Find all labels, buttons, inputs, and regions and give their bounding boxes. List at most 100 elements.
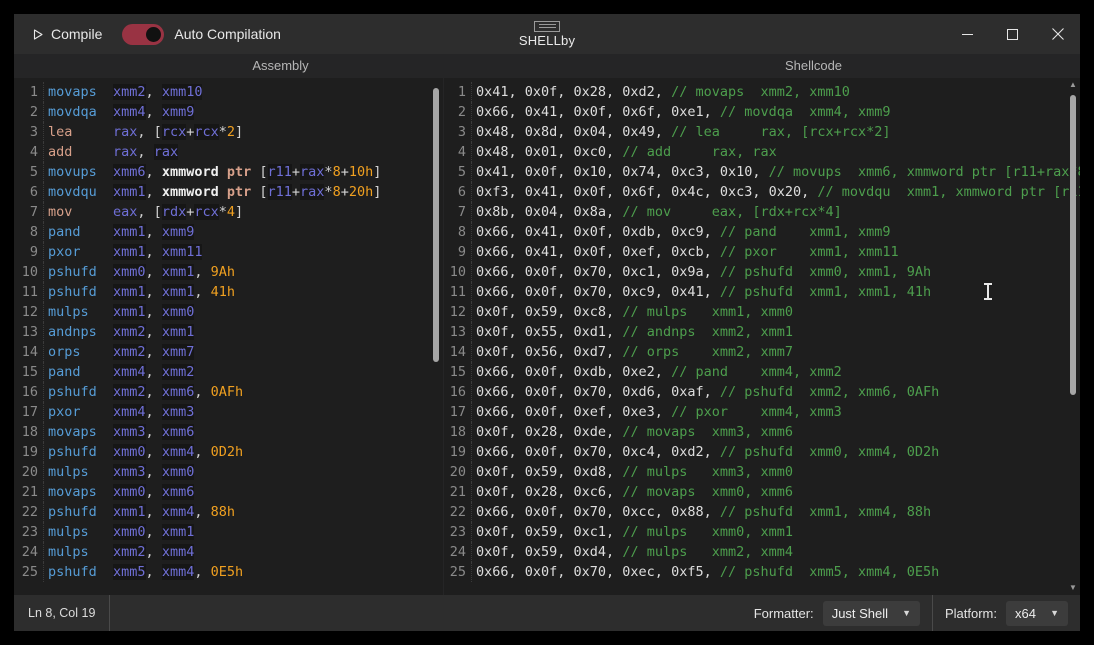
shellcode-line-number: 9 (444, 242, 472, 262)
shellcode-line[interactable]: 1 0x41, 0x0f, 0x28, 0xd2, // movaps xmm2,… (444, 82, 1080, 102)
shellcode-line[interactable]: 19 0x66, 0x0f, 0x70, 0xc4, 0xd2, // pshuf… (444, 442, 1080, 462)
assembly-line[interactable]: 21 movaps xmm0, xmm6 (14, 482, 443, 502)
shellcode-line-text: 0x41, 0x0f, 0x28, 0xd2, // movaps xmm2, … (472, 82, 1080, 102)
assembly-line[interactable]: 16 pshufd xmm2, xmm6, 0AFh (14, 382, 443, 402)
assembly-scrollbar-thumb[interactable] (433, 88, 439, 362)
shellcode-line-text: 0x66, 0x0f, 0x70, 0xec, 0xf5, // pshufd … (472, 562, 1080, 582)
close-button[interactable] (1035, 14, 1080, 54)
shellcode-line[interactable]: 14 0x0f, 0x56, 0xd7, // orps xmm2, xmm7 (444, 342, 1080, 362)
assembly-line-text: movdqu xmm1, xmmword ptr [r11+rax*8+20h] (48, 184, 382, 200)
assembly-line[interactable]: 2 movdqa xmm4, xmm9 (14, 102, 443, 122)
shellcode-comment: // movups xmm6, xmmword ptr [r11+rax*8+1… (768, 164, 1080, 180)
assembly-line[interactable]: 12 mulps xmm1, xmm0 (14, 302, 443, 322)
scroll-up-arrow-icon[interactable]: ▲ (1066, 78, 1080, 92)
shellcode-line[interactable]: 4 0x48, 0x01, 0xc0, // add rax, rax (444, 142, 1080, 162)
shellcode-line[interactable]: 5 0x41, 0x0f, 0x10, 0x74, 0xc3, 0x10, // … (444, 162, 1080, 182)
formatter-group: Formatter: Just Shell ▼ (742, 595, 932, 631)
shellcode-line[interactable]: 12 0x0f, 0x59, 0xc8, // mulps xmm1, xmm0 (444, 302, 1080, 322)
shellcode-line[interactable]: 21 0x0f, 0x28, 0xc6, // movaps xmm0, xmm6 (444, 482, 1080, 502)
shellcode-line-number: 1 (444, 82, 472, 102)
auto-compilation-control: Auto Compilation (122, 23, 281, 45)
assembly-line-number: 19 (14, 442, 44, 462)
shellcode-bytes: 0x66, 0x41, 0x0f, 0x6f, 0xe1, (476, 104, 720, 120)
assembly-line[interactable]: 3 lea rax, [rcx+rcx*2] (14, 122, 443, 142)
shellcode-line[interactable]: 15 0x66, 0x0f, 0xdb, 0xe2, // pand xmm4, … (444, 362, 1080, 382)
shellcode-line-text: 0x0f, 0x59, 0xd8, // mulps xmm3, xmm0 (472, 462, 1080, 482)
compile-button[interactable]: Compile (25, 22, 108, 46)
assembly-code-area[interactable]: 1 movaps xmm2, xmm10 2 movdqa xmm4, xmm9 3 le… (14, 78, 443, 595)
shellcode-comment: // pshufd xmm0, xmm4, 0D2h (719, 444, 940, 460)
assembly-line[interactable]: 20 mulps xmm3, xmm0 (14, 462, 443, 482)
shellcode-comment: // orps xmm2, xmm7 (622, 344, 793, 360)
assembly-line[interactable]: 24 mulps xmm2, xmm4 (14, 542, 443, 562)
toggle-knob (146, 26, 162, 42)
shellcode-line[interactable]: 17 0x66, 0x0f, 0xef, 0xe3, // pxor xmm4, … (444, 402, 1080, 422)
shellcode-line[interactable]: 22 0x66, 0x0f, 0x70, 0xcc, 0x88, // pshuf… (444, 502, 1080, 522)
scroll-down-arrow-icon[interactable]: ▼ (1066, 581, 1080, 595)
assembly-line[interactable]: 14 orps xmm2, xmm7 (14, 342, 443, 362)
assembly-line-number: 1 (14, 82, 44, 102)
shellcode-line[interactable]: 13 0x0f, 0x55, 0xd1, // andnps xmm2, xmm1 (444, 322, 1080, 342)
assembly-line[interactable]: 17 pxor xmm4, xmm3 (14, 402, 443, 422)
panel-headers: Assembly Shellcode (14, 54, 1080, 78)
shellcode-line[interactable]: 8 0x66, 0x41, 0x0f, 0xdb, 0xc9, // pand x… (444, 222, 1080, 242)
text-cursor-icon (984, 283, 992, 300)
auto-compilation-toggle[interactable] (122, 23, 165, 45)
assembly-line[interactable]: 18 movaps xmm3, xmm6 (14, 422, 443, 442)
shellcode-line[interactable]: 24 0x0f, 0x59, 0xd4, // mulps xmm2, xmm4 (444, 542, 1080, 562)
assembly-panel-header: Assembly (252, 58, 309, 73)
shellcode-bytes: 0x66, 0x0f, 0x70, 0xcc, 0x88, (476, 504, 720, 520)
shellcode-line[interactable]: 18 0x0f, 0x28, 0xde, // movaps xmm3, xmm6 (444, 422, 1080, 442)
assembly-line[interactable]: 15 pand xmm4, xmm2 (14, 362, 443, 382)
shellcode-line[interactable]: 10 0x66, 0x0f, 0x70, 0xc1, 0x9a, // pshuf… (444, 262, 1080, 282)
assembly-line[interactable]: 9 pxor xmm1, xmm11 (14, 242, 443, 262)
shellcode-line[interactable]: 2 0x66, 0x41, 0x0f, 0x6f, 0xe1, // movdqa… (444, 102, 1080, 122)
cursor-position-indicator[interactable]: Ln 8, Col 19 (14, 595, 111, 631)
shellcode-line[interactable]: 20 0x0f, 0x59, 0xd8, // mulps xmm3, xmm0 (444, 462, 1080, 482)
assembly-line[interactable]: 7 mov eax, [rdx+rcx*4] (14, 202, 443, 222)
shellcode-line-text: 0x66, 0x41, 0x0f, 0xef, 0xcb, // pxor xm… (472, 242, 1080, 262)
assembly-line-number: 3 (14, 122, 44, 142)
assembly-line[interactable]: 5 movups xmm6, xmmword ptr [r11+rax*8+10h… (14, 162, 443, 182)
shellcode-line[interactable]: 6 0xf3, 0x41, 0x0f, 0x6f, 0x4c, 0xc3, 0x2… (444, 182, 1080, 202)
assembly-bottom-mask (14, 591, 443, 595)
formatter-select[interactable]: Just Shell ▼ (822, 600, 920, 626)
assembly-line[interactable]: 13 andnps xmm2, xmm1 (14, 322, 443, 342)
shellcode-line-text: 0x0f, 0x59, 0xc8, // mulps xmm1, xmm0 (472, 302, 1080, 322)
shellcode-bytes: 0x0f, 0x55, 0xd1, (476, 324, 623, 340)
assembly-line[interactable]: 10 pshufd xmm0, xmm1, 9Ah (14, 262, 443, 282)
assembly-editor[interactable]: 1 movaps xmm2, xmm10 2 movdqa xmm4, xmm9 3 le… (14, 78, 443, 595)
assembly-line[interactable]: 23 mulps xmm0, xmm1 (14, 522, 443, 542)
shellcode-scrollbar-thumb[interactable] (1070, 95, 1076, 395)
assembly-line-text: andnps xmm2, xmm1 (48, 324, 195, 340)
assembly-line[interactable]: 19 pshufd xmm0, xmm4, 0D2h (14, 442, 443, 462)
assembly-line[interactable]: 25 pshufd xmm5, xmm4, 0E5h (14, 562, 443, 582)
shellcode-vertical-scrollbar[interactable]: ▲ ▼ (1066, 78, 1080, 595)
shellcode-comment: // pand xmm4, xmm2 (671, 364, 842, 380)
shellcode-line[interactable]: 25 0x66, 0x0f, 0x70, 0xec, 0xf5, // pshuf… (444, 562, 1080, 582)
platform-select[interactable]: x64 ▼ (1006, 600, 1068, 626)
shellcode-comment: // pshufd xmm5, xmm4, 0E5h (719, 564, 940, 580)
shellcode-editor[interactable]: 1 0x41, 0x0f, 0x28, 0xd2, // movaps xmm2,… (443, 78, 1080, 595)
assembly-line[interactable]: 1 movaps xmm2, xmm10 (14, 82, 443, 102)
minimize-button[interactable] (945, 14, 990, 54)
formatter-label: Formatter: (753, 605, 814, 621)
shellcode-panel-header: Shellcode (784, 58, 843, 73)
shellcode-line[interactable]: 16 0x66, 0x0f, 0x70, 0xd6, 0xaf, // pshuf… (444, 382, 1080, 402)
shellcode-line[interactable]: 23 0x0f, 0x59, 0xc1, // mulps xmm0, xmm1 (444, 522, 1080, 542)
shellcode-bottom-mask (444, 591, 1080, 595)
maximize-button[interactable] (990, 14, 1035, 54)
assembly-line[interactable]: 4 add rax, rax (14, 142, 443, 162)
shellcode-line[interactable]: 3 0x48, 0x8d, 0x04, 0x49, // lea rax, [rc… (444, 122, 1080, 142)
assembly-line[interactable]: 11 pshufd xmm1, xmm1, 41h (14, 282, 443, 302)
shellcode-comment: // pshufd xmm1, xmm4, 88h (719, 504, 932, 520)
assembly-line[interactable]: 6 movdqu xmm1, xmmword ptr [r11+rax*8+20h… (14, 182, 443, 202)
assembly-line[interactable]: 22 pshufd xmm1, xmm4, 88h (14, 502, 443, 522)
assembly-line[interactable]: 8 pand xmm1, xmm9 (14, 222, 443, 242)
shellcode-code-area[interactable]: 1 0x41, 0x0f, 0x28, 0xd2, // movaps xmm2,… (444, 78, 1080, 595)
shellcode-line[interactable]: 7 0x8b, 0x04, 0x8a, // mov eax, [rdx+rcx*… (444, 202, 1080, 222)
shellcode-line-number: 25 (444, 562, 472, 582)
assembly-line-number: 14 (14, 342, 44, 362)
shellcode-line[interactable]: 9 0x66, 0x41, 0x0f, 0xef, 0xcb, // pxor x… (444, 242, 1080, 262)
assembly-vertical-scrollbar[interactable] (429, 78, 443, 595)
